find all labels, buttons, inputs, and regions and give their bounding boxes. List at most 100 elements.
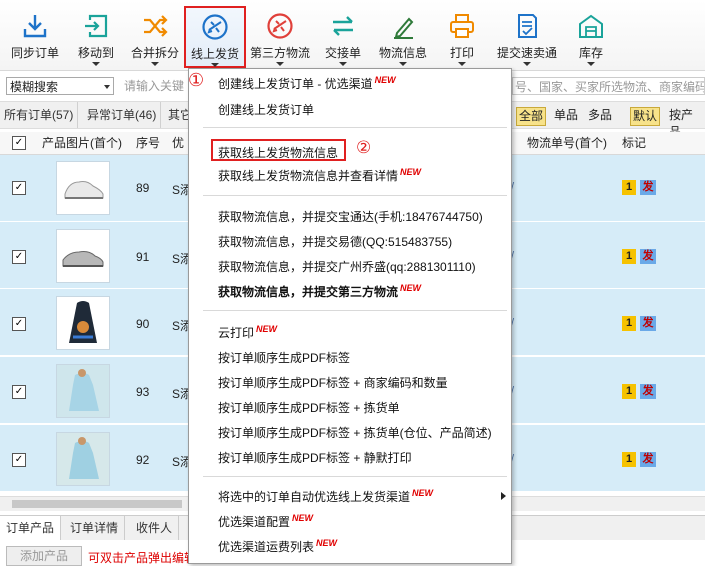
row-seq: 93	[136, 385, 150, 399]
menu-item-pdf-labels[interactable]: 按订单顺序生成PDF标签	[218, 349, 350, 366]
new-badge: NEW	[412, 488, 434, 498]
toolbar-label: 打印	[449, 46, 474, 60]
menu-item-label: 获取线上发货物流信息并查看详情	[218, 169, 399, 183]
tab-abnormal-orders[interactable]: 异常订单(46)	[83, 102, 162, 128]
chevron-down-icon	[92, 62, 100, 66]
menu-divider	[203, 310, 507, 311]
menu-item-submit-qiaosheng[interactable]: 获取物流信息，并提交广州乔盛(qq:2881301110)	[218, 258, 476, 275]
third-party-logistics-button[interactable]: 第三方物流	[248, 8, 312, 66]
edit-hint: 可双击产品弹出编辑	[88, 551, 197, 565]
row-seq: 91	[136, 250, 150, 264]
menu-item-get-logistics-info-details[interactable]: 获取线上发货物流信息并查看详情 NEW	[218, 167, 421, 184]
menu-item-pdf-labels-picklist[interactable]: 按订单顺序生成PDF标签 + 拣货单	[218, 399, 400, 416]
header-image: 产品图片(首个)	[42, 136, 122, 150]
new-badge: NEW	[292, 513, 314, 523]
chevron-down-icon	[523, 62, 531, 66]
new-badge: NEW	[400, 167, 422, 177]
header-seq: 序号	[136, 136, 161, 150]
mark-badge-count: 1	[622, 384, 636, 399]
menu-item-label: 按订单顺序生成PDF标签 + 拣货单	[218, 401, 400, 415]
menu-item-label: 按订单顺序生成PDF标签 + 拣货单(仓位、产品简述)	[218, 426, 492, 440]
row-checkbox[interactable]: ✓	[12, 385, 26, 399]
menu-item-get-logistics-info[interactable]: 获取线上发货物流信息	[218, 144, 338, 161]
pill-multi[interactable]: 多品	[586, 107, 614, 124]
menu-item-label: 获取线上发货物流信息	[218, 146, 339, 160]
search-input[interactable]: 请输入关键	[124, 77, 184, 95]
row-checkbox[interactable]: ✓	[12, 181, 26, 195]
row-checkbox[interactable]: ✓	[12, 250, 26, 264]
new-badge: NEW	[316, 538, 338, 548]
print-button[interactable]: 打印	[440, 8, 484, 66]
toolbar: 同步订单 移动到 合并拆分 线上发货 第三方物流 交接单 物流信息 打印 提交速…	[0, 0, 705, 71]
mark-badge-count: 1	[622, 316, 636, 331]
add-product-button[interactable]: 添加产品	[6, 546, 82, 566]
menu-item-create-order-preferred[interactable]: 创建线上发货订单 - 优选渠道 NEW	[218, 75, 396, 92]
product-image	[56, 432, 110, 486]
chevron-right-icon	[501, 492, 506, 500]
menu-item-submit-third-party[interactable]: 获取物流信息，并提交第三方物流 NEW	[218, 283, 421, 300]
chevron-down-icon	[339, 62, 347, 66]
sync-orders-button[interactable]: 同步订单	[6, 8, 64, 66]
menu-item-pdf-labels-silent-print[interactable]: 按订单顺序生成PDF标签 + 静默打印	[218, 449, 412, 466]
row-seq: 92	[136, 453, 150, 467]
logistics-info-button[interactable]: 物流信息	[374, 8, 432, 66]
move-to-button[interactable]: 移动到	[68, 8, 124, 66]
exchange-icon	[333, 16, 353, 36]
toolbar-label: 物流信息	[378, 46, 427, 60]
inventory-button[interactable]: 库存	[568, 8, 614, 66]
row-checkbox[interactable]: ✓	[12, 317, 26, 331]
pill-all[interactable]: 全部	[516, 107, 547, 126]
tab-all-orders[interactable]: 所有订单(57)	[0, 102, 79, 128]
submit-aliexpress-button[interactable]: 提交速卖通	[494, 8, 560, 66]
menu-item-label: 获取物流信息，并提交易德(QQ:515483755)	[218, 235, 453, 249]
merge-split-button[interactable]: 合并拆分	[126, 8, 184, 66]
menu-item-label: 按订单顺序生成PDF标签	[218, 351, 351, 365]
menu-item-pdf-labels-sku-qty[interactable]: 按订单顺序生成PDF标签 + 商家编码和数量	[218, 374, 448, 391]
mark-badge-count: 1	[622, 452, 636, 467]
product-image	[56, 229, 110, 283]
handover-button[interactable]: 交接单	[316, 8, 370, 66]
menu-item-cloud-print[interactable]: 云打印 NEW	[218, 324, 277, 341]
menu-item-submit-baotongda[interactable]: 获取物流信息，并提交宝通达(手机:18476744750)	[218, 208, 483, 225]
pill-default[interactable]: 默认	[630, 107, 661, 126]
menu-item-channel-fee-list[interactable]: 优选渠道运费列表 NEW	[218, 538, 337, 555]
toolbar-label: 库存	[578, 46, 603, 60]
annotation-two: ②	[356, 138, 372, 157]
select-all-checkbox[interactable]: ✓	[12, 136, 26, 150]
scrollbar-thumb[interactable]	[12, 500, 182, 508]
toolbar-label: 第三方物流	[249, 46, 310, 60]
chevron-down-icon	[151, 62, 159, 66]
chevron-down-icon	[587, 62, 595, 66]
tab-order-details[interactable]: 订单详情	[64, 516, 126, 540]
menu-item-channel-config[interactable]: 优选渠道配置 NEW	[218, 513, 313, 530]
new-badge: NEW	[256, 324, 278, 334]
tab-order-products[interactable]: 订单产品	[0, 516, 62, 540]
warehouse-icon	[579, 14, 603, 38]
menu-item-create-order[interactable]: 创建线上发货订单	[218, 101, 314, 118]
pill-single[interactable]: 单品	[552, 107, 580, 124]
menu-item-label: 创建线上发货订单 - 优选渠道	[218, 77, 373, 91]
toolbar-label: 同步订单	[10, 46, 59, 60]
chevron-down-icon	[399, 62, 407, 66]
mark-badge-ship: 发	[640, 249, 656, 264]
new-badge: NEW	[374, 75, 396, 85]
row-seq: 89	[136, 181, 150, 195]
menu-item-pdf-labels-picklist-location[interactable]: 按订单顺序生成PDF标签 + 拣货单(仓位、产品简述)	[218, 424, 492, 441]
product-image	[56, 161, 110, 215]
airplane-circle-icon	[202, 14, 228, 40]
annotation-one: ①	[188, 70, 205, 90]
menu-item-submit-yide[interactable]: 获取物流信息，并提交易德(QQ:515483755)	[218, 233, 452, 250]
menu-item-label: 获取物流信息，并提交广州乔盛(qq:2881301110)	[218, 260, 476, 274]
menu-item-auto-preferred-channel[interactable]: 将选中的订单自动优选线上发货渠道 NEW	[218, 488, 433, 505]
online-shipping-button[interactable]: 线上发货	[184, 6, 246, 68]
mark-badge-count: 1	[622, 180, 636, 195]
search-hint[interactable]: 号、国家、买家所选物流、商家编码...	[512, 77, 705, 95]
download-icon	[23, 15, 47, 38]
pill-by-product[interactable]: 按产品	[667, 107, 705, 139]
product-image	[56, 364, 110, 418]
header-priority: 优	[172, 136, 185, 150]
row-checkbox[interactable]: ✓	[12, 453, 26, 467]
menu-item-label: 获取物流信息，并提交第三方物流	[218, 285, 399, 299]
search-mode-select[interactable]: 模糊搜索	[6, 77, 114, 95]
tab-recipient[interactable]: 收件人	[130, 516, 180, 540]
